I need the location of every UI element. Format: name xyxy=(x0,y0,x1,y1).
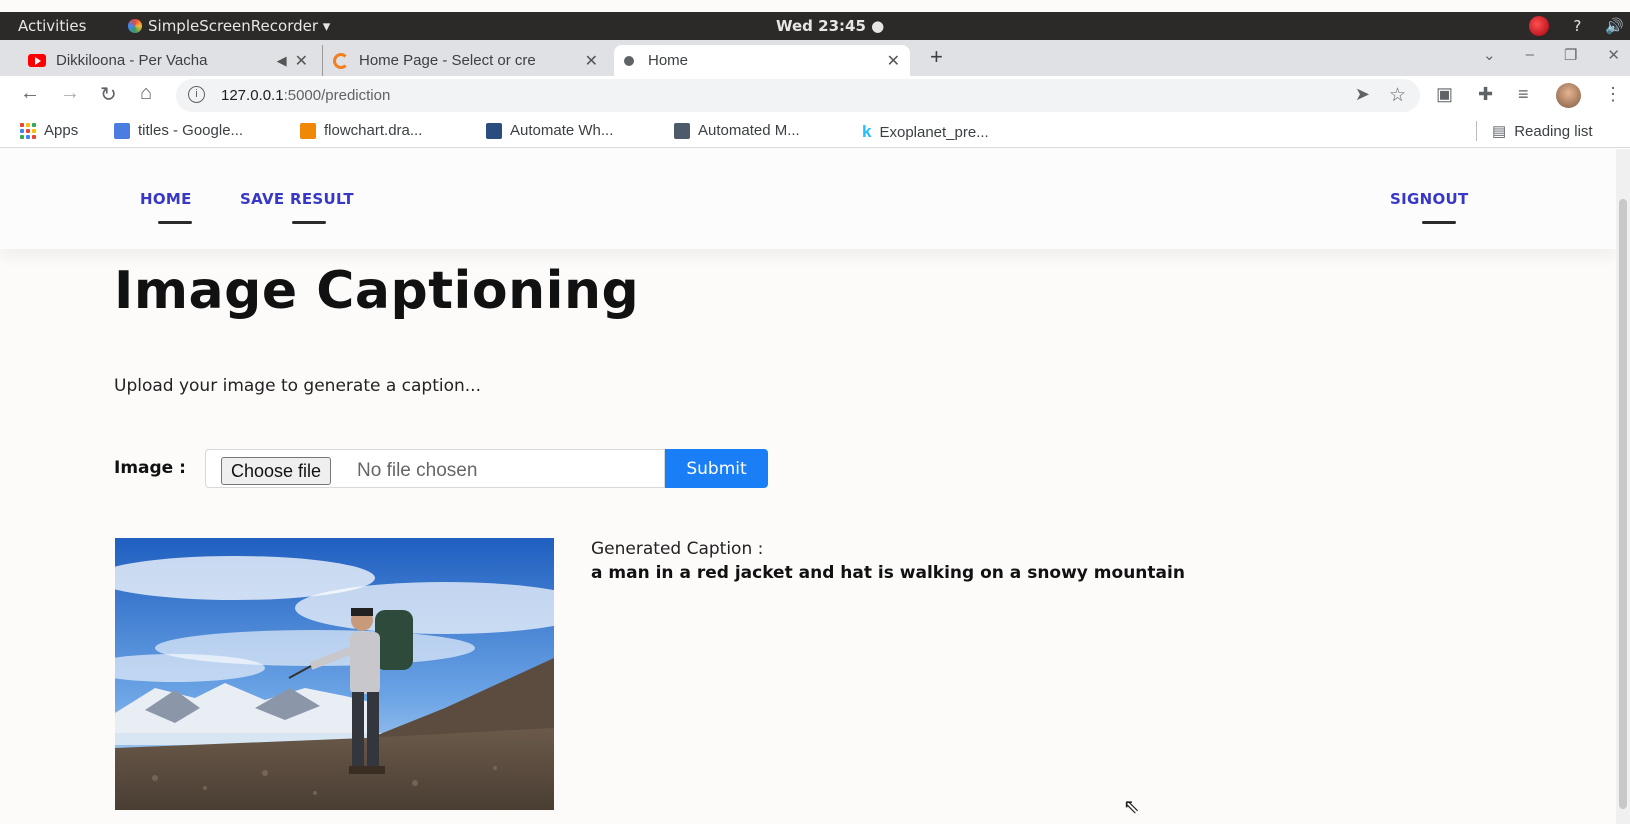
tab-title: Dikkiloona - Per Vacha xyxy=(56,52,208,69)
activities-button[interactable]: Activities xyxy=(18,17,86,35)
globe-icon xyxy=(624,55,634,66)
bookmark-label: flowchart.dra... xyxy=(324,122,423,139)
home-icon[interactable]: ⌂ xyxy=(140,82,152,105)
send-to-device-icon[interactable]: ➤ xyxy=(1355,84,1370,105)
media-control-icon[interactable]: ≡ xyxy=(1518,84,1529,105)
site-info-icon[interactable]: i xyxy=(188,86,205,103)
close-icon[interactable]: ✕ xyxy=(295,51,308,71)
tab-title: Home Page - Select or cre xyxy=(359,52,536,69)
extension-icon[interactable]: ▣ xyxy=(1436,84,1453,105)
bookmark-apps[interactable]: Apps xyxy=(20,122,78,139)
image-field-label: Image : xyxy=(114,458,186,478)
google-docs-icon xyxy=(114,122,130,139)
app-menu-label: SimpleScreenRecorder ▾ xyxy=(148,17,331,35)
forward-icon[interactable]: → xyxy=(60,82,80,105)
submit-button[interactable]: Submit xyxy=(665,449,768,488)
nav-home-link[interactable]: HOME xyxy=(140,190,192,208)
hiker-photo xyxy=(115,538,554,810)
generated-caption-label: Generated Caption : xyxy=(591,539,764,559)
clock[interactable]: Wed 23:45 ● xyxy=(776,17,884,35)
browser-toolbar: ← → ↻ ⌂ i 127.0.0.1:5000/prediction ➤ ☆ … xyxy=(0,76,1630,116)
bookmark-automate-wh[interactable]: Automate Wh... xyxy=(486,122,613,139)
bookmark-label: Apps xyxy=(44,122,79,139)
menu-icon[interactable]: ⋮ xyxy=(1604,84,1622,105)
address-bar[interactable]: i 127.0.0.1:5000/prediction ➤ ☆ xyxy=(176,79,1420,112)
window-controls: ⌄ – ❐ ✕ xyxy=(1483,46,1620,64)
file-input[interactable]: Choose file No file chosen xyxy=(205,449,665,488)
reload-icon[interactable]: ↻ xyxy=(100,82,117,107)
youtube-icon xyxy=(28,54,46,67)
bookmarks-bar: Apps titles - Google... flowchart.dra...… xyxy=(0,116,1630,148)
choose-file-button[interactable]: Choose file xyxy=(221,457,332,485)
page-scrollbar[interactable] xyxy=(1616,149,1630,824)
minimize-icon[interactable]: – xyxy=(1526,46,1534,64)
nav-underline xyxy=(158,221,192,224)
web-page: HOME SAVE RESULT SIGNOUT Image Captionin… xyxy=(0,149,1616,824)
url-path: :5000/prediction xyxy=(283,87,391,104)
tab-search-icon[interactable]: ⌄ xyxy=(1483,46,1496,64)
page-subtitle: Upload your image to generate a caption.… xyxy=(114,376,481,396)
close-icon[interactable]: ✕ xyxy=(585,51,598,71)
reading-list-label: Reading list xyxy=(1514,122,1593,140)
tab-home-page[interactable]: Home Page - Select or cre ✕ xyxy=(322,45,608,76)
system-top-bar: Activities SimpleScreenRecorder ▾ Wed 23… xyxy=(0,12,1630,40)
bookmark-label: Automate Wh... xyxy=(510,122,614,139)
site-icon xyxy=(486,122,502,139)
bookmark-label: Automated M... xyxy=(698,122,800,139)
tab-youtube[interactable]: Dikkiloona - Per Vacha ◀ ✕ xyxy=(18,45,318,76)
back-icon[interactable]: ← xyxy=(20,82,40,105)
app-menu[interactable]: SimpleScreenRecorder ▾ xyxy=(128,17,330,35)
page-title: Image Captioning xyxy=(114,261,640,321)
new-tab-button[interactable]: + xyxy=(930,44,943,70)
url-host: 127.0.0.1 xyxy=(221,87,284,104)
close-window-icon[interactable]: ✕ xyxy=(1607,46,1620,64)
tab-strip: Dikkiloona - Per Vacha ◀ ✕ Home Page - S… xyxy=(0,40,1630,76)
apps-grid-icon xyxy=(20,122,36,139)
site-icon xyxy=(674,122,690,139)
tab-home-active[interactable]: Home ✕ xyxy=(614,45,910,76)
scrollbar-thumb[interactable] xyxy=(1619,199,1627,809)
bookmark-exoplanet[interactable]: k Exoplanet_pre... xyxy=(862,122,989,142)
record-indicator-icon[interactable] xyxy=(1529,16,1550,36)
nav-underline xyxy=(1422,221,1456,224)
nav-underline xyxy=(292,221,326,224)
close-icon[interactable]: ✕ xyxy=(887,51,900,71)
reading-list-button[interactable]: ▤ Reading list xyxy=(1492,122,1593,141)
bookmark-flowchart[interactable]: flowchart.dra... xyxy=(300,122,422,139)
tab-audio-icon[interactable]: ◀ xyxy=(277,53,287,69)
restore-icon[interactable]: ❐ xyxy=(1564,46,1577,64)
profile-avatar[interactable] xyxy=(1556,83,1581,108)
drawio-icon xyxy=(300,122,316,139)
site-navbar: HOME SAVE RESULT SIGNOUT xyxy=(0,149,1616,249)
reading-list-icon: ▤ xyxy=(1492,123,1507,140)
cloudflare-icon xyxy=(333,52,349,69)
bookmark-titles[interactable]: titles - Google... xyxy=(114,122,243,139)
volume-icon[interactable]: 🔊 xyxy=(1605,17,1624,35)
file-status-text: No file chosen xyxy=(357,460,478,481)
puzzle-extensions-icon[interactable]: ✚ xyxy=(1478,84,1493,105)
generated-caption-text: a man in a red jacket and hat is walking… xyxy=(591,563,1185,583)
mouse-cursor-icon: ⇖ xyxy=(1123,794,1140,818)
nav-signout-link[interactable]: SIGNOUT xyxy=(1390,190,1469,208)
system-tray[interactable]: ? 🔊 xyxy=(1529,16,1624,36)
network-icon[interactable]: ? xyxy=(1573,17,1581,35)
url-text[interactable]: 127.0.0.1:5000/prediction xyxy=(221,87,390,104)
bookmark-automated-m[interactable]: Automated M... xyxy=(674,122,800,139)
screen-recorder-icon xyxy=(128,19,142,33)
tab-title: Home xyxy=(648,52,689,69)
bookmark-label: titles - Google... xyxy=(138,122,244,139)
kaggle-icon: k xyxy=(862,122,872,141)
bookmarks-divider xyxy=(1476,121,1477,141)
bookmark-label: Exoplanet_pre... xyxy=(879,123,989,141)
bookmark-star-icon[interactable]: ☆ xyxy=(1389,84,1406,107)
nav-save-result-link[interactable]: SAVE RESULT xyxy=(240,190,354,208)
uploaded-photo xyxy=(115,538,554,810)
